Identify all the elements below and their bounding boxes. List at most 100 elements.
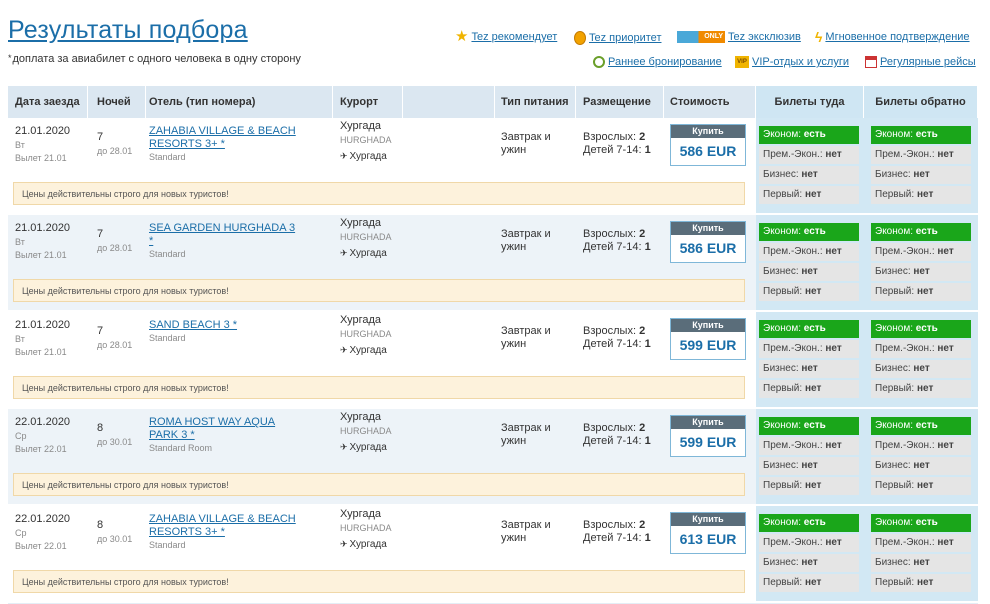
- col-nights: Ночей: [88, 86, 146, 118]
- buy-button[interactable]: Купить: [671, 125, 745, 138]
- departure-date: Вылет 22.01: [15, 444, 67, 454]
- hotel-link[interactable]: ZAHABIA VILLAGE & BEACH RESORTS 3+ *: [149, 125, 296, 150]
- ticket-back-business: Бизнес: нет: [871, 263, 971, 281]
- ticket-back-business: Бизнес: нет: [871, 457, 971, 475]
- arrival-airport: ✈ Хургада: [340, 151, 387, 162]
- ticket-there-business: Бизнес: нет: [759, 166, 859, 184]
- legend-regular-flights[interactable]: Регулярные рейсы: [865, 56, 976, 68]
- hotel-link[interactable]: ROMA HOST WAY AQUA PARK 3 *: [149, 416, 275, 441]
- only-icon: ONLY: [677, 31, 725, 43]
- ticket-back-first: Первый: нет: [871, 186, 971, 204]
- room-type: Standard: [149, 540, 186, 550]
- plane-icon: ✈: [340, 442, 348, 452]
- ticket-back-premium: Прем.-Экон.: нет: [871, 437, 971, 455]
- arrival-airport: ✈ Хургада: [340, 442, 387, 453]
- buy-button[interactable]: Купить: [671, 319, 745, 332]
- checkin-date: 21.01.2020: [15, 319, 71, 331]
- buy-button[interactable]: Купить: [671, 222, 745, 235]
- ticket-back-first: Первый: нет: [871, 574, 971, 592]
- notice-banner: Цены действительны строго для новых тури…: [13, 182, 745, 205]
- resort-name-en: HURGHADA: [340, 232, 392, 242]
- accommodation: Взрослых: 2 Детей 7-14: 1: [583, 131, 651, 156]
- ticket-back-first: Первый: нет: [871, 380, 971, 398]
- vip-icon: VIP: [735, 56, 749, 68]
- nights-count: 7: [97, 228, 104, 240]
- legend-tez-priority[interactable]: Tez приоритет: [574, 31, 661, 45]
- nights-count: 8: [97, 422, 104, 434]
- ticket-back-economy: Эконом: есть: [871, 514, 971, 532]
- resort-name-en: HURGHADA: [340, 426, 392, 436]
- ticket-there-first: Первый: нет: [759, 574, 859, 592]
- ticket-there-first: Первый: нет: [759, 380, 859, 398]
- col-resort: Курорт: [333, 86, 403, 118]
- ticket-there-first: Первый: нет: [759, 477, 859, 495]
- ticket-there-economy: Эконом: есть: [759, 126, 859, 144]
- resort-name: Хургада: [340, 217, 382, 229]
- notice-banner: Цены действительны строго для новых тури…: [13, 279, 745, 302]
- return-date: до 28.01: [97, 243, 133, 253]
- ticket-back-business: Бизнес: нет: [871, 166, 971, 184]
- day-of-week: Вт: [15, 140, 25, 150]
- hotel-link[interactable]: ZAHABIA VILLAGE & BEACH RESORTS 3+ *: [149, 513, 296, 538]
- hotel-cell: ZAHABIA VILLAGE & BEACH RESORTS 3+ * Sta…: [149, 513, 299, 552]
- price: 586 EUR: [679, 143, 737, 159]
- nights-count: 7: [97, 325, 104, 337]
- results-table: Дата заезда Ночей Отель (тип номера) Кур…: [8, 86, 978, 604]
- ticket-back-premium: Прем.-Экон.: нет: [871, 146, 971, 164]
- hotel-cell: SAND BEACH 3 * Standard: [149, 319, 299, 345]
- buy-button[interactable]: Купить: [671, 513, 745, 526]
- buy-button[interactable]: Купить: [671, 416, 745, 429]
- meal-type: Завтрак и ужин: [501, 228, 551, 253]
- star-icon: ★: [455, 28, 469, 45]
- table-row: 22.01.2020 Ср Вылет 22.01 8 до 30.01 ZAH…: [8, 506, 978, 603]
- hotel-link[interactable]: SAND BEACH 3 *: [149, 319, 237, 331]
- accommodation: Взрослых: 2 Детей 7-14: 1: [583, 228, 651, 253]
- hotel-link[interactable]: SEA GARDEN HURGHADA 3 *: [149, 222, 295, 247]
- departure-date: Вылет 22.01: [15, 541, 67, 551]
- price-box[interactable]: Купить 599 EUR: [670, 415, 746, 457]
- plane-icon: ✈: [340, 345, 348, 355]
- day-of-week: Ср: [15, 528, 27, 538]
- ticket-there-economy: Эконом: есть: [759, 320, 859, 338]
- lightning-icon: ϟ: [815, 29, 823, 45]
- plane-icon: ✈: [340, 248, 348, 258]
- col-price: Стоимость: [664, 86, 756, 118]
- plane-icon: ✈: [340, 151, 348, 161]
- accommodation: Взрослых: 2 Детей 7-14: 1: [583, 519, 651, 544]
- page-title[interactable]: Результаты подбора: [8, 16, 248, 45]
- ticket-back-premium: Прем.-Экон.: нет: [871, 340, 971, 358]
- return-date: до 28.01: [97, 340, 133, 350]
- nights-count: 8: [97, 519, 104, 531]
- price: 599 EUR: [679, 337, 737, 353]
- meal-type: Завтрак и ужин: [501, 422, 551, 447]
- ticket-back-economy: Эконом: есть: [871, 320, 971, 338]
- price-box[interactable]: Купить 599 EUR: [670, 318, 746, 360]
- room-type: Standard Room: [149, 443, 213, 453]
- legend-tez-exclusive[interactable]: ONLY Tez эксклюзив: [677, 31, 801, 43]
- price: 599 EUR: [679, 434, 737, 450]
- table-row: 21.01.2020 Вт Вылет 21.01 7 до 28.01 SAN…: [8, 312, 978, 409]
- legend-vip[interactable]: VIP VIP-отдых и услуги: [735, 56, 849, 68]
- hotel-cell: SEA GARDEN HURGHADA 3 * Standard: [149, 222, 299, 261]
- room-type: Standard: [149, 152, 186, 162]
- departure-date: Вылет 21.01: [15, 347, 67, 357]
- price-box[interactable]: Купить 586 EUR: [670, 221, 746, 263]
- plane-icon: ✈: [340, 539, 348, 549]
- col-tickets-there: Билеты туда: [756, 86, 864, 118]
- legend-instant-confirmation[interactable]: ϟ Мгновенное подтверждение: [815, 29, 970, 45]
- price-box[interactable]: Купить 586 EUR: [670, 124, 746, 166]
- resort-name: Хургада: [340, 314, 382, 326]
- hotel-cell: ZAHABIA VILLAGE & BEACH RESORTS 3+ * Sta…: [149, 125, 299, 164]
- ticket-back-first: Первый: нет: [871, 283, 971, 301]
- ticket-there-premium: Прем.-Экон.: нет: [759, 437, 859, 455]
- price-box[interactable]: Купить 613 EUR: [670, 512, 746, 554]
- legend-tez-recommends[interactable]: ★ Tez рекомендует: [455, 28, 557, 45]
- ticket-back-business: Бизнес: нет: [871, 360, 971, 378]
- col-accommodation: Размещение: [576, 86, 664, 118]
- resort-name-en: HURGHADA: [340, 329, 392, 339]
- ticket-there-economy: Эконом: есть: [759, 223, 859, 241]
- checkin-date: 22.01.2020: [15, 513, 71, 525]
- ticket-back-economy: Эконом: есть: [871, 126, 971, 144]
- legend-early-booking[interactable]: Раннее бронирование: [593, 56, 722, 68]
- ticket-there-business: Бизнес: нет: [759, 263, 859, 281]
